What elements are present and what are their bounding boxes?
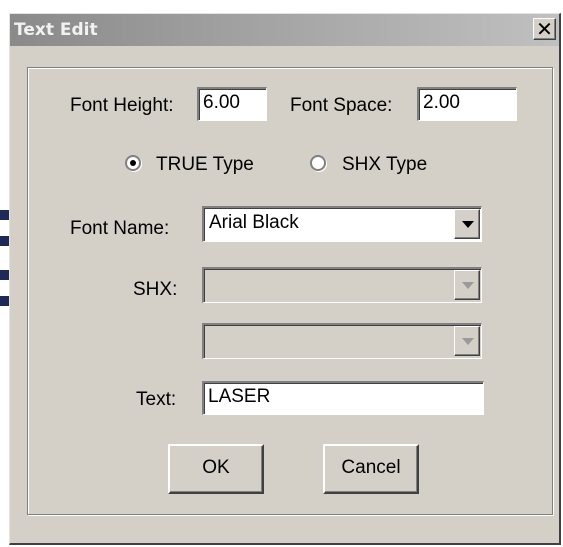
- shx-select[interactable]: [202, 267, 482, 303]
- ok-button[interactable]: OK: [168, 444, 264, 494]
- radio-shx-type-label: SHX Type: [342, 154, 428, 175]
- font-space-input[interactable]: 2.00: [417, 87, 517, 121]
- dialog-title: Text Edit: [14, 20, 98, 40]
- cancel-button[interactable]: Cancel: [323, 444, 419, 494]
- text-label: Text:: [136, 389, 177, 410]
- chevron-down-icon: [462, 221, 474, 228]
- shx-secondary-dropdown-button[interactable]: [454, 326, 480, 356]
- close-icon: ✕: [536, 17, 553, 41]
- title-bar[interactable]: Text Edit ✕: [10, 14, 559, 46]
- font-name-dropdown-button[interactable]: [454, 209, 480, 239]
- chevron-down-icon: [462, 282, 474, 289]
- font-name-label: Font Name:: [70, 218, 170, 239]
- close-button[interactable]: ✕: [533, 18, 556, 40]
- font-name-select[interactable]: Arial Black: [202, 206, 482, 242]
- font-name-value: Arial Black: [209, 212, 299, 233]
- font-height-label: Font Height:: [70, 95, 174, 116]
- chevron-down-icon: [462, 338, 474, 345]
- radio-true-type-label: TRUE Type: [156, 154, 254, 175]
- radio-shx-type-indicator[interactable]: [310, 155, 326, 171]
- shx-secondary-select[interactable]: [202, 323, 482, 359]
- font-space-label: Font Space:: [290, 95, 393, 116]
- shx-label: SHX:: [133, 279, 178, 300]
- text-input[interactable]: LASER: [202, 381, 484, 415]
- radio-true-type-indicator[interactable]: [125, 155, 141, 171]
- font-height-input[interactable]: 6.00: [197, 87, 267, 121]
- shx-dropdown-button[interactable]: [454, 270, 480, 300]
- text-edit-dialog: Text Edit ✕ Font Height: 6.00 Font Space…: [9, 13, 561, 545]
